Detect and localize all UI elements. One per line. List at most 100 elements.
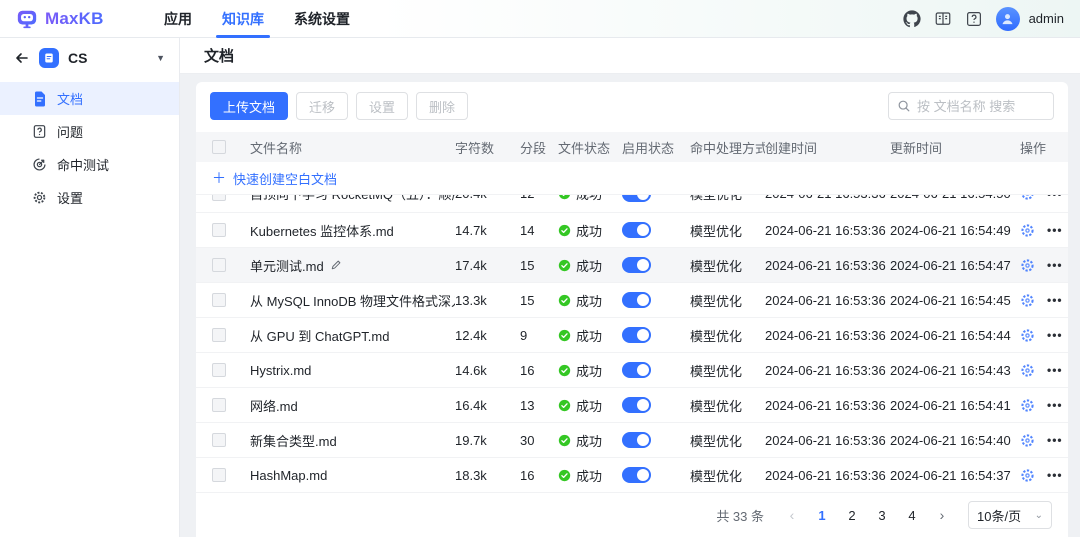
row-checkbox[interactable] bbox=[212, 195, 226, 201]
more-actions-icon[interactable]: ••• bbox=[1047, 433, 1063, 447]
sidebar-item-documents[interactable]: 文档 bbox=[0, 82, 179, 115]
page-button-2[interactable]: 2 bbox=[840, 503, 864, 527]
search-input[interactable] bbox=[917, 99, 1045, 114]
row-checkbox[interactable] bbox=[212, 328, 226, 342]
more-actions-icon[interactable]: ••• bbox=[1047, 223, 1063, 237]
status-label: 成功 bbox=[576, 396, 602, 415]
table-row[interactable]: Hystrix.md 14.6k 16 成功 模型优化 2024-06-21 1… bbox=[196, 353, 1068, 388]
row-checkbox[interactable] bbox=[212, 363, 226, 377]
hit-mode: 模型优化 bbox=[690, 221, 765, 240]
file-name[interactable]: HashMap.md bbox=[250, 468, 327, 483]
more-actions-icon[interactable]: ••• bbox=[1047, 258, 1063, 272]
file-name[interactable]: 单元测试.md bbox=[250, 256, 324, 275]
tab-knowledge-base[interactable]: 知识库 bbox=[222, 0, 264, 38]
enable-toggle[interactable] bbox=[622, 195, 651, 202]
file-name[interactable]: 从 GPU 到 ChatGPT.md bbox=[250, 326, 389, 345]
file-name[interactable]: 网络.md bbox=[250, 396, 298, 415]
search-box[interactable] bbox=[888, 92, 1054, 120]
generate-settings-icon[interactable] bbox=[1020, 195, 1035, 201]
file-name[interactable]: Hystrix.md bbox=[250, 363, 311, 378]
page-button-4[interactable]: 4 bbox=[900, 503, 924, 527]
header-segments: 分段 bbox=[520, 138, 558, 157]
enable-toggle[interactable] bbox=[622, 222, 651, 238]
row-checkbox[interactable] bbox=[212, 223, 226, 237]
hit-mode: 模型优化 bbox=[690, 256, 765, 275]
generate-settings-icon[interactable] bbox=[1020, 468, 1035, 483]
prev-page-icon[interactable]: ‹ bbox=[780, 503, 804, 527]
file-name[interactable]: 从 MySQL InnoDB 物理文件格式深入... bbox=[250, 291, 455, 310]
edit-name-icon[interactable] bbox=[330, 259, 342, 271]
enable-toggle[interactable] bbox=[622, 362, 651, 378]
page-size-select[interactable]: 10条/页 ⌄ bbox=[968, 501, 1052, 529]
more-actions-icon[interactable]: ••• bbox=[1047, 398, 1063, 412]
help-icon[interactable] bbox=[965, 10, 983, 28]
more-actions-icon[interactable]: ••• bbox=[1047, 363, 1063, 377]
back-arrow-icon[interactable] bbox=[14, 50, 30, 66]
upload-document-button[interactable]: 上传文档 bbox=[210, 92, 288, 120]
username-label[interactable]: admin bbox=[1029, 11, 1064, 26]
sidebar-item-hit-test[interactable]: 命中测试 bbox=[0, 148, 179, 181]
table-row[interactable]: 单元测试.md 17.4k 15 成功 模型优化 2024-06-21 16:5… bbox=[196, 248, 1068, 283]
table-row[interactable]: Kubernetes 监控体系.md 14.7k 14 成功 模型优化 2024… bbox=[196, 213, 1068, 248]
tab-system-settings[interactable]: 系统设置 bbox=[294, 0, 350, 38]
char-count: 20.4k bbox=[455, 195, 520, 201]
next-page-icon[interactable]: › bbox=[930, 503, 954, 527]
delete-button[interactable]: 删除 bbox=[416, 92, 468, 120]
tab-applications[interactable]: 应用 bbox=[164, 0, 192, 38]
segment-count: 12 bbox=[520, 195, 558, 201]
more-actions-icon[interactable]: ••• bbox=[1047, 293, 1063, 307]
row-checkbox[interactable] bbox=[212, 433, 226, 447]
migrate-button[interactable]: 迁移 bbox=[296, 92, 348, 120]
page-button-1[interactable]: 1 bbox=[810, 503, 834, 527]
file-name[interactable]: 自顶向下学习 RocketMQ（五）：顺序... bbox=[250, 195, 455, 203]
enable-toggle[interactable] bbox=[622, 432, 651, 448]
generate-settings-icon[interactable] bbox=[1020, 328, 1035, 343]
generate-settings-icon[interactable] bbox=[1020, 293, 1035, 308]
generate-settings-icon[interactable] bbox=[1020, 363, 1035, 378]
char-count: 13.3k bbox=[455, 293, 520, 308]
table-row[interactable]: 从 GPU 到 ChatGPT.md 12.4k 9 成功 模型优化 2024-… bbox=[196, 318, 1068, 353]
page-button-3[interactable]: 3 bbox=[870, 503, 894, 527]
enable-toggle[interactable] bbox=[622, 467, 651, 483]
settings-button[interactable]: 设置 bbox=[356, 92, 408, 120]
quick-create-document[interactable]: ＋ 快速创建空白文档 bbox=[196, 162, 1068, 195]
enable-toggle[interactable] bbox=[622, 397, 651, 413]
file-status: 成功 bbox=[558, 326, 622, 345]
generate-settings-icon[interactable] bbox=[1020, 398, 1035, 413]
row-checkbox[interactable] bbox=[212, 258, 226, 272]
page-title: 文档 bbox=[204, 45, 234, 66]
github-icon[interactable] bbox=[903, 10, 921, 28]
kb-switcher[interactable]: CS ▼ bbox=[0, 38, 179, 78]
status-label: 成功 bbox=[576, 361, 602, 380]
enable-toggle[interactable] bbox=[622, 327, 651, 343]
generate-settings-icon[interactable] bbox=[1020, 433, 1035, 448]
user-avatar[interactable] bbox=[996, 7, 1020, 31]
docs-book-icon[interactable] bbox=[934, 10, 952, 28]
more-actions-icon[interactable]: ••• bbox=[1047, 468, 1063, 482]
generate-settings-icon[interactable] bbox=[1020, 223, 1035, 238]
select-all-checkbox[interactable] bbox=[212, 140, 226, 154]
page-header: 文档 bbox=[180, 38, 1080, 74]
sidebar-item-questions[interactable]: 问题 bbox=[0, 115, 179, 148]
table-row[interactable]: 从 MySQL InnoDB 物理文件格式深入... 13.3k 15 成功 模… bbox=[196, 283, 1068, 318]
enable-toggle[interactable] bbox=[622, 257, 651, 273]
table-row[interactable]: 自顶向下学习 RocketMQ（五）：顺序... 20.4k 12 成功 模型优… bbox=[196, 195, 1068, 213]
table-row[interactable]: 网络.md 16.4k 13 成功 模型优化 2024-06-21 16:53:… bbox=[196, 388, 1068, 423]
updated-time: 2024-06-21 16:54:37 bbox=[890, 468, 1020, 483]
sidebar-item-settings[interactable]: 设置 bbox=[0, 181, 179, 214]
generate-settings-icon[interactable] bbox=[1020, 258, 1035, 273]
row-checkbox[interactable] bbox=[212, 398, 226, 412]
file-name[interactable]: 新集合类型.md bbox=[250, 431, 337, 450]
more-actions-icon[interactable]: ••• bbox=[1047, 195, 1063, 201]
row-checkbox[interactable] bbox=[212, 293, 226, 307]
table-row[interactable]: HashMap.md 18.3k 16 成功 模型优化 2024-06-21 1… bbox=[196, 458, 1068, 493]
enable-toggle[interactable] bbox=[622, 292, 651, 308]
chevron-down-icon[interactable]: ▼ bbox=[156, 53, 165, 63]
table-row[interactable]: 新集合类型.md 19.7k 30 成功 模型优化 2024-06-21 16:… bbox=[196, 423, 1068, 458]
more-actions-icon[interactable]: ••• bbox=[1047, 328, 1063, 342]
updated-time: 2024-06-21 16:54:40 bbox=[890, 433, 1020, 448]
sidebar-item-label: 问题 bbox=[57, 122, 83, 141]
file-name[interactable]: Kubernetes 监控体系.md bbox=[250, 221, 394, 240]
created-time: 2024-06-21 16:53:36 bbox=[765, 223, 890, 238]
row-checkbox[interactable] bbox=[212, 468, 226, 482]
